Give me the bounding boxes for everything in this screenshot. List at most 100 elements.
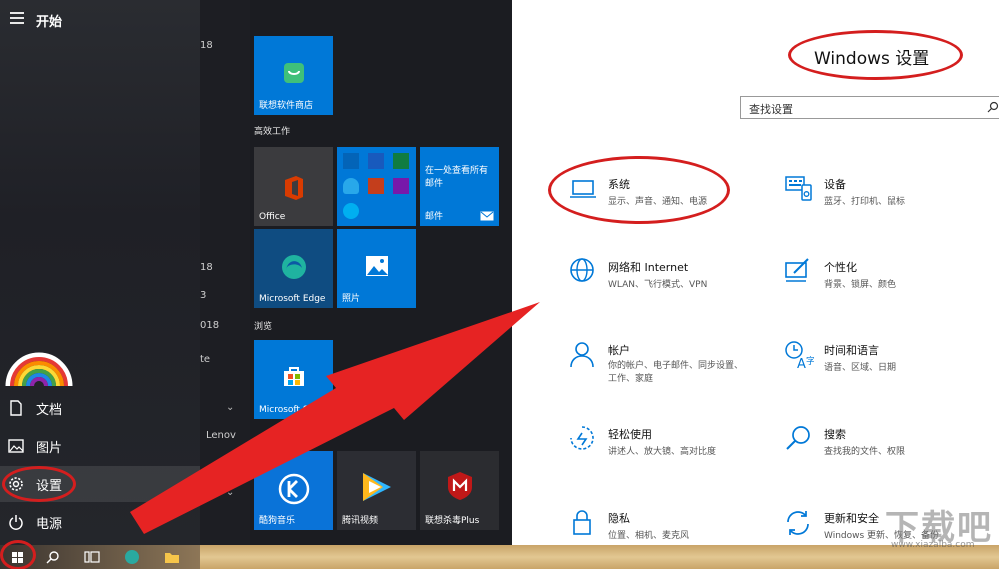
onenote-icon <box>393 178 409 194</box>
tile-label: 在一处查看所有邮件 <box>425 166 489 189</box>
time-language-icon: A字 <box>785 341 814 370</box>
category-description: 语音、区域、日期 <box>824 363 897 373</box>
onedrive-icon <box>343 178 359 194</box>
rainbow-avatar[interactable] <box>4 348 74 388</box>
settings-category-ease-of-access[interactable]: 轻松使用 讲述人、放大镜、高对比度 <box>568 424 778 474</box>
search-icon <box>987 101 999 113</box>
tile-label: 酷狗音乐 <box>259 516 296 526</box>
word-icon <box>368 153 384 169</box>
svg-text:A: A <box>797 357 806 370</box>
rail-item-label: 电源 <box>36 516 63 532</box>
chevron-down-icon[interactable]: ⌄ <box>226 402 234 413</box>
tile-office[interactable]: Office <box>254 147 333 226</box>
category-description: 查找我的文件、权限 <box>824 447 906 457</box>
ease-of-access-icon <box>570 426 594 450</box>
mail-icon <box>480 211 494 221</box>
tile-lenovo-store[interactable]: 联想软件商店 <box>254 36 333 115</box>
app-list-fragment: 018 <box>200 320 220 331</box>
tile-mail[interactable]: 在一处查看所有邮件 邮件 <box>420 147 499 226</box>
rail-item-documents[interactable]: 文档 <box>0 390 200 426</box>
app-list-fragment: te <box>200 354 211 365</box>
category-description: 背景、锁屏、颜色 <box>824 280 897 290</box>
start-tiles: 联想软件商店 高效工作 Office 在一处查看所有邮件 邮件 Microsof… <box>250 0 512 545</box>
rail-item-power[interactable]: 电源 <box>0 504 200 540</box>
settings-category-personalization[interactable]: 个性化 背景、锁屏、颜色 <box>784 257 994 307</box>
chevron-down-icon[interactable]: ⌄ <box>226 487 234 498</box>
settings-search-input[interactable]: 查找设置 <box>740 96 999 119</box>
tile-office-apps-folder[interactable] <box>337 147 416 226</box>
tile-label: 腾讯视频 <box>342 516 379 526</box>
office-logo-icon <box>285 176 303 200</box>
category-name: 轻松使用 <box>608 428 652 441</box>
category-name: 帐户 <box>608 344 630 357</box>
tile-label: 联想软件商店 <box>259 101 314 111</box>
tile-label: Microsoft Store <box>259 405 327 415</box>
pictures-icon <box>0 439 32 453</box>
app-list-fragment: 18 <box>200 40 213 51</box>
settings-category-time-language[interactable]: A字 时间和语言 语音、区域、日期 <box>784 340 994 390</box>
category-description: 你的帐户、电子邮件、同步设置、 工作、家庭 <box>608 360 743 386</box>
person-icon <box>570 342 594 368</box>
app-list-fragment: 18 <box>200 262 213 273</box>
folder-icon[interactable] <box>164 550 180 564</box>
edge-taskbar-icon[interactable] <box>124 549 140 565</box>
store-bag-icon <box>284 63 304 83</box>
tencent-video-logo-icon <box>363 473 391 501</box>
annotation-ellipse <box>548 156 730 224</box>
tile-kugou-music[interactable]: 酷狗音乐 <box>254 451 333 530</box>
category-description: 蓝牙、打印机、鼠标 <box>824 197 906 207</box>
tile-photos[interactable]: 照片 <box>337 229 416 308</box>
app-list-fragment: 3 <box>200 290 207 301</box>
tile-lenovo-antivirus[interactable]: 联想杀毒Plus <box>420 451 499 530</box>
tile-edge[interactable]: Microsoft Edge <box>254 229 333 308</box>
settings-category-search[interactable]: 搜索 查找我的文件、权限 <box>784 424 994 474</box>
tile-label: 联想杀毒Plus <box>425 516 480 526</box>
excel-icon <box>393 153 409 169</box>
category-description: 讲述人、放大镜、高对比度 <box>608 447 717 457</box>
settings-category-accounts[interactable]: 帐户 你的帐户、电子邮件、同步设置、 工作、家庭 <box>568 340 778 390</box>
photos-icon <box>366 256 388 276</box>
category-name: 隐私 <box>608 512 630 525</box>
category-description-line: 你的帐户、电子邮件、同步设置、 <box>608 361 744 371</box>
app-list-fragment: Lenov <box>206 430 236 441</box>
search-icon[interactable] <box>46 550 60 564</box>
windows-settings-window: Windows 设置 查找设置 系统 显示、声音、通知、电源 设备 蓝牙、打印机… <box>512 0 999 545</box>
hamburger-menu-icon[interactable] <box>10 12 24 24</box>
mcafee-shield-icon <box>448 472 472 500</box>
task-view-icon[interactable] <box>84 550 100 564</box>
rail-item-label: 图片 <box>36 440 63 456</box>
category-name: 个性化 <box>824 261 857 274</box>
search-placeholder: 查找设置 <box>749 103 793 116</box>
watermark-url: www.xiazaiba.com <box>891 540 975 550</box>
category-description: 位置、相机、麦克风 <box>608 531 690 541</box>
tile-label: Microsoft Edge <box>259 294 326 304</box>
tile-microsoft-store[interactable]: Microsoft Store <box>254 340 333 419</box>
category-description-line: 工作、家庭 <box>608 374 654 384</box>
category-name: 时间和语言 <box>824 344 879 357</box>
search-icon <box>786 426 810 450</box>
category-description: WLAN、飞行模式、VPN <box>608 280 708 290</box>
skype-icon <box>343 203 359 219</box>
tile-tencent-video[interactable]: 腾讯视频 <box>337 451 416 530</box>
edge-logo-icon <box>282 255 306 279</box>
settings-category-network[interactable]: 网络和 Internet WLAN、飞行模式、VPN <box>568 257 778 307</box>
category-name: 搜索 <box>824 428 846 441</box>
lock-icon <box>573 510 591 535</box>
kugou-logo-icon <box>278 473 310 505</box>
taskbar <box>0 545 999 569</box>
tile-sublabel: 邮件 <box>425 212 444 222</box>
annotation-ellipse <box>788 30 963 80</box>
store-icon <box>284 367 304 386</box>
powerpoint-icon <box>368 178 384 194</box>
keyboard-icon <box>785 176 812 201</box>
paint-icon <box>785 258 809 282</box>
rail-item-pictures[interactable]: 图片 <box>0 428 200 464</box>
start-menu-title: 开始 <box>36 15 63 30</box>
category-name: 更新和安全 <box>824 512 879 525</box>
start-menu-rail: 开始 文档 图片 设置 电源 <box>0 0 200 545</box>
watermark: 下载吧 www.xiazaiba.com <box>885 500 993 550</box>
tile-label: Office <box>259 212 286 222</box>
settings-category-devices[interactable]: 设备 蓝牙、打印机、鼠标 <box>784 174 994 224</box>
screenshot-root: 开始 文档 图片 设置 电源 18 18 3 018 te ⌄ Lenov ⌄ … <box>0 0 999 569</box>
app-list[interactable]: 18 18 3 018 te ⌄ Lenov ⌄ <box>200 0 250 545</box>
